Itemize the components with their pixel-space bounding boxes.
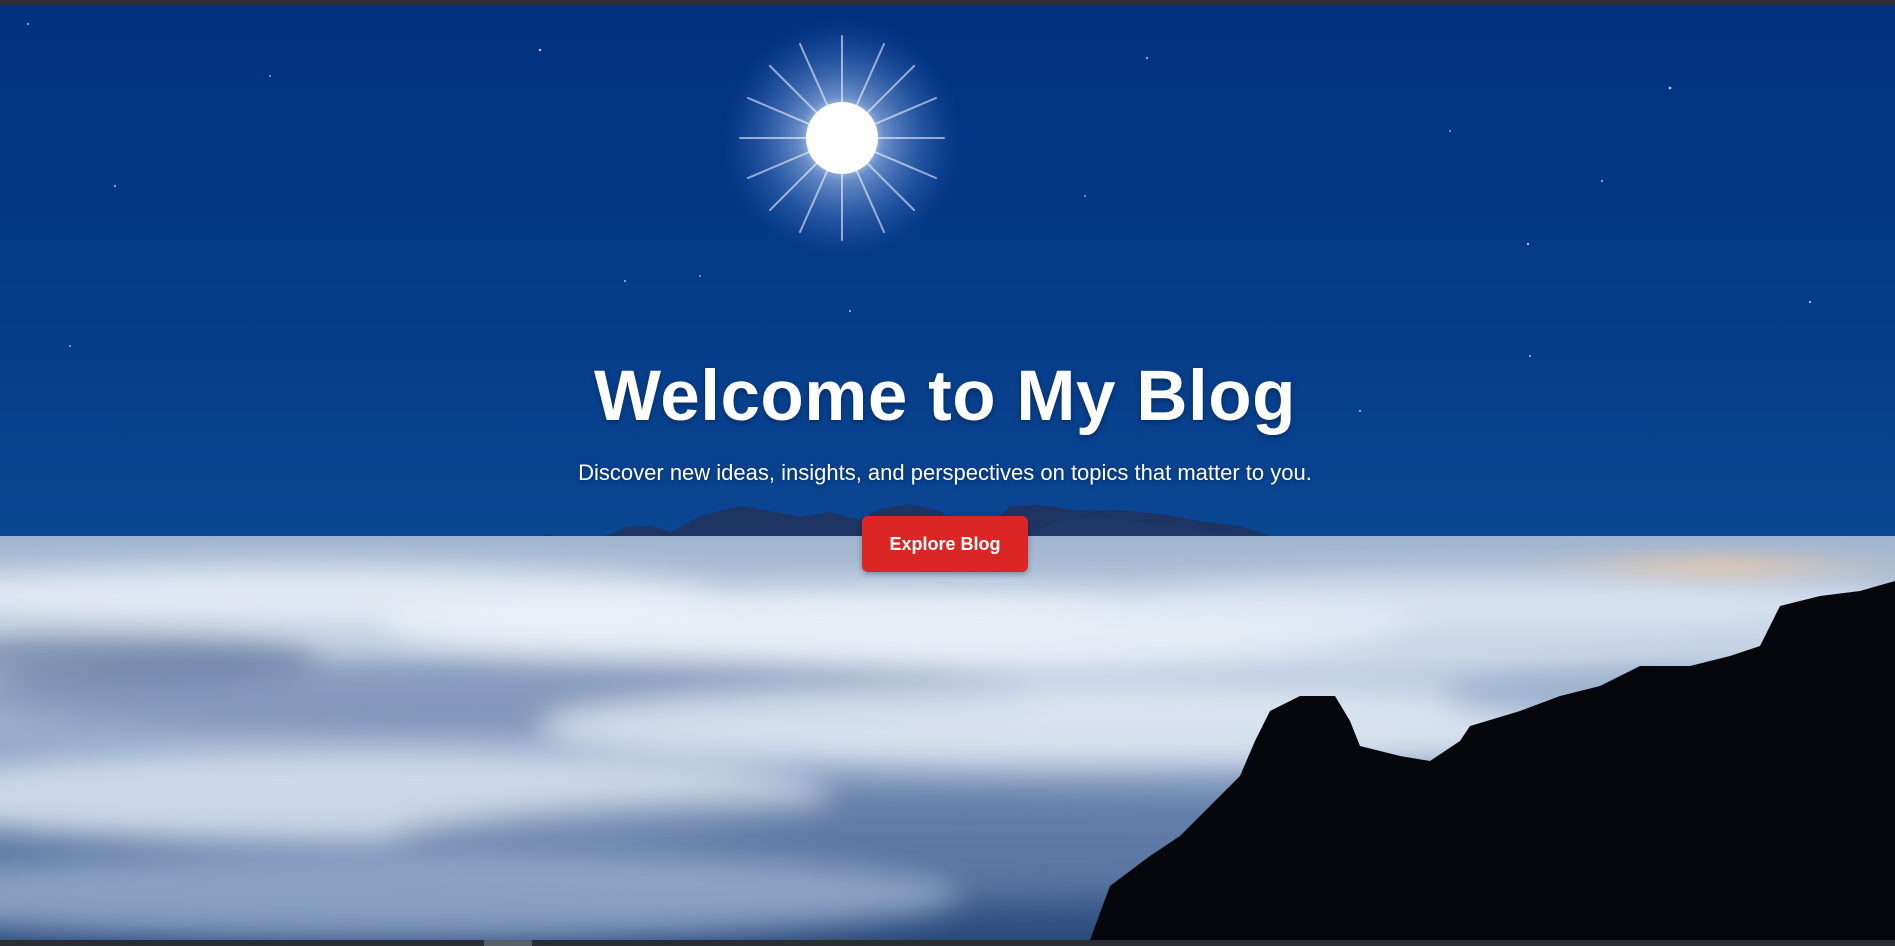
horizontal-scrollbar[interactable]: [0, 940, 1895, 946]
hero-section: Welcome to My Blog Discover new ideas, i…: [0, 6, 1895, 940]
hero-title: Welcome to My Blog: [594, 357, 1296, 436]
scrollbar-thumb[interactable]: [484, 940, 532, 946]
explore-blog-button[interactable]: Explore Blog: [862, 516, 1028, 573]
hero-subtitle: Discover new ideas, insights, and perspe…: [578, 460, 1312, 485]
hero-content: Welcome to My Blog Discover new ideas, i…: [0, 357, 1890, 573]
